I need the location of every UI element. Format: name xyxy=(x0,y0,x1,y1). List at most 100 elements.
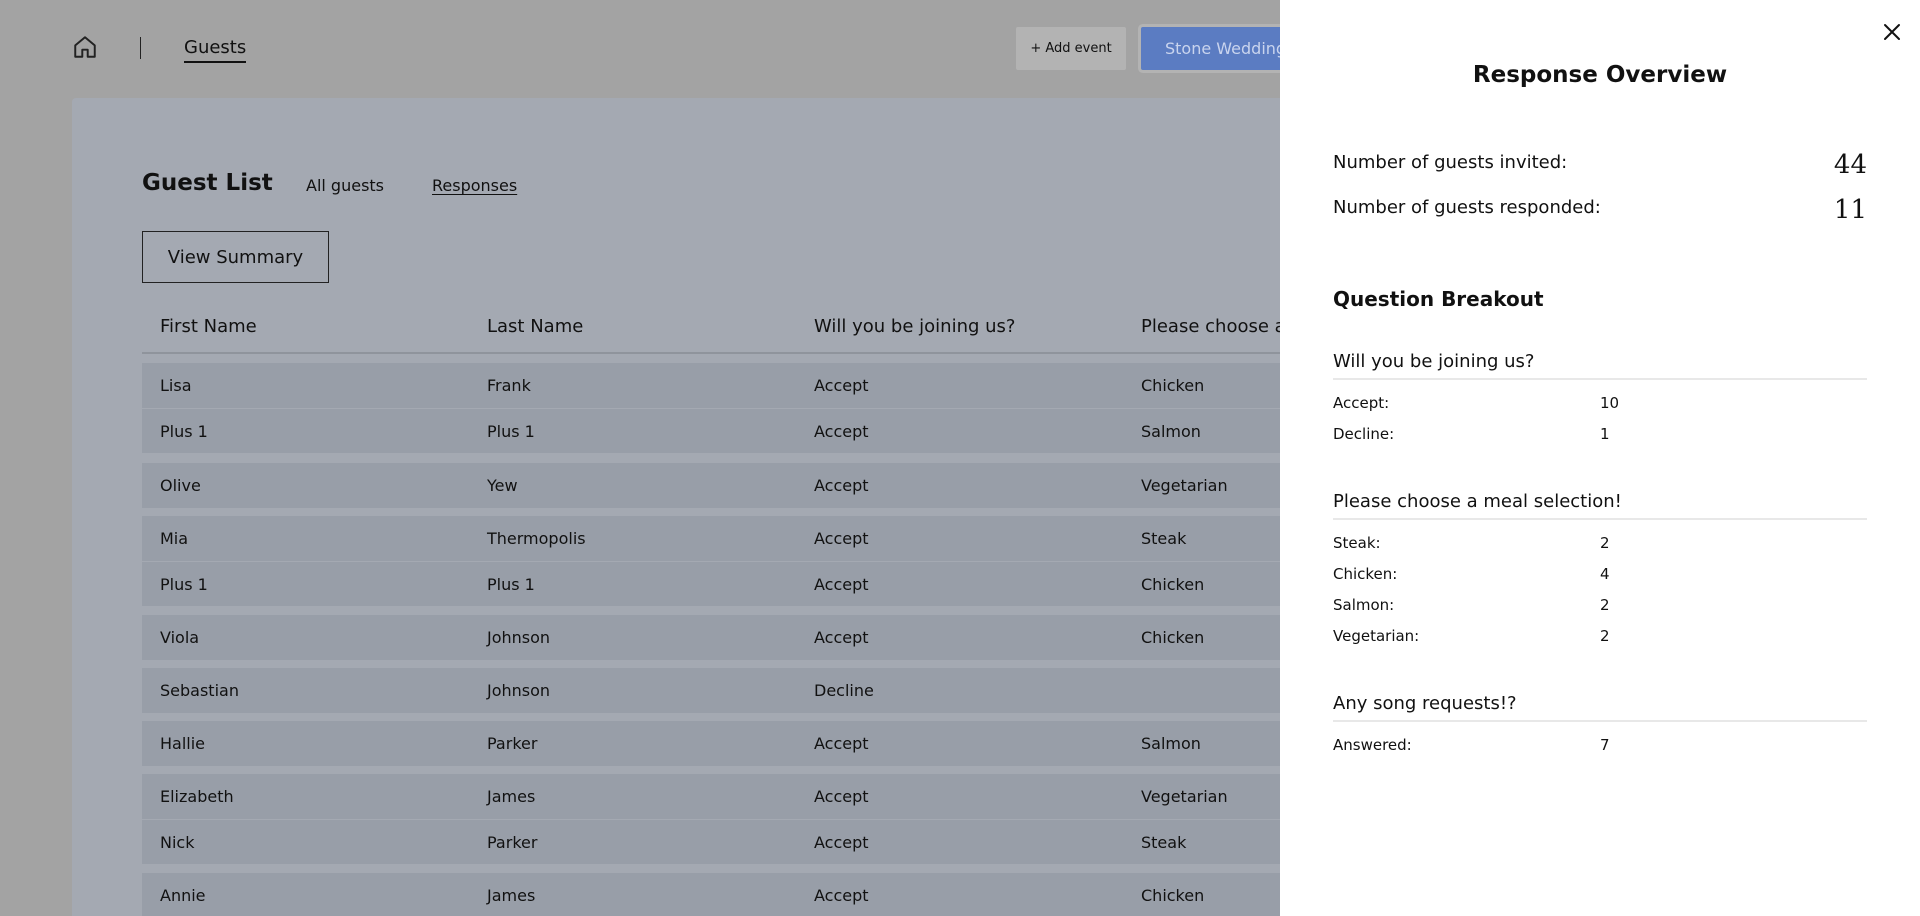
answer-value: 4 xyxy=(1600,565,1610,583)
response-overview-panel: Response Overview Number of guests invit… xyxy=(1280,0,1920,916)
table-row[interactable]: Plus 1 Plus 1 Accept Chicken xyxy=(142,561,1372,606)
table-row[interactable]: Lisa Frank Accept Chicken xyxy=(142,363,1372,408)
invited-label: Number of guests invited: xyxy=(1333,152,1568,173)
table-row[interactable]: Sebastian Johnson Decline xyxy=(142,668,1372,713)
cell-first-name: Plus 1 xyxy=(160,422,208,441)
cell-first-name: Nick xyxy=(160,833,195,852)
question-title: Please choose a meal selection! xyxy=(1333,491,1867,520)
cell-last-name: Parker xyxy=(487,833,538,852)
cell-last-name: Johnson xyxy=(487,628,551,647)
cell-first-name: Annie xyxy=(160,886,206,905)
question-title: Will you be joining us? xyxy=(1333,351,1867,380)
cell-meal: Chicken xyxy=(1141,376,1205,395)
responded-label: Number of guests responded: xyxy=(1333,197,1601,218)
cell-joining: Decline xyxy=(814,681,874,700)
cell-joining: Accept xyxy=(814,787,869,806)
cell-meal: Chicken xyxy=(1141,886,1205,905)
table-row[interactable]: Viola Johnson Accept Chicken xyxy=(142,615,1372,660)
invited-value: 44 xyxy=(1833,150,1867,180)
guest-group: Mia Thermopolis Accept Steak Plus 1 Plus… xyxy=(142,516,1372,606)
cell-last-name: Frank xyxy=(487,376,531,395)
guest-group: Olive Yew Accept Vegetarian xyxy=(142,463,1372,508)
table-row[interactable]: Olive Yew Accept Vegetarian xyxy=(142,463,1372,508)
cell-last-name: Johnson xyxy=(487,681,551,700)
nav-divider xyxy=(140,37,141,59)
guest-group: Lisa Frank Accept Chicken Plus 1 Plus 1 … xyxy=(142,363,1372,453)
guest-group: Sebastian Johnson Decline xyxy=(142,668,1372,713)
guest-group: Hallie Parker Accept Salmon xyxy=(142,721,1372,766)
answer-label: Steak: xyxy=(1333,534,1381,552)
answer-value: 2 xyxy=(1600,534,1610,552)
cell-last-name: Thermopolis xyxy=(487,529,586,548)
answer-label: Answered: xyxy=(1333,736,1412,754)
cell-first-name: Elizabeth xyxy=(160,787,234,806)
table-header: First Name Last Name Will you be joining… xyxy=(142,316,1372,354)
cell-joining: Accept xyxy=(814,886,869,905)
table-row[interactable]: Annie James Accept Chicken xyxy=(142,873,1372,916)
question-breakout-title: Question Breakout xyxy=(1333,287,1544,311)
cell-joining: Accept xyxy=(814,422,869,441)
answer-label: Decline: xyxy=(1333,425,1395,443)
answer-label: Accept: xyxy=(1333,394,1390,412)
column-header-joining[interactable]: Will you be joining us? xyxy=(814,316,1015,337)
cell-last-name: Plus 1 xyxy=(487,422,535,441)
table-row[interactable]: Elizabeth James Accept Vegetarian xyxy=(142,774,1372,819)
cell-last-name: Parker xyxy=(487,734,538,753)
event-selector[interactable]: Stone Wedding xyxy=(1141,27,1291,70)
answer-label: Salmon: xyxy=(1333,596,1395,614)
cell-meal: Salmon xyxy=(1141,422,1201,441)
table-row[interactable]: Hallie Parker Accept Salmon xyxy=(142,721,1372,766)
table-row[interactable]: Mia Thermopolis Accept Steak xyxy=(142,516,1372,561)
add-event-button[interactable]: + Add event xyxy=(1016,27,1126,70)
cell-meal: Steak xyxy=(1141,529,1187,548)
cell-joining: Accept xyxy=(814,476,869,495)
table-row[interactable]: Plus 1 Plus 1 Accept Salmon xyxy=(142,408,1372,453)
cell-last-name: James xyxy=(487,886,536,905)
cell-joining: Accept xyxy=(814,376,869,395)
close-panel-button[interactable] xyxy=(1878,18,1906,46)
home-icon[interactable] xyxy=(72,34,98,60)
tab-all-guests[interactable]: All guests xyxy=(306,176,384,195)
view-summary-button[interactable]: View Summary xyxy=(142,231,329,283)
cell-meal: Vegetarian xyxy=(1141,476,1228,495)
cell-last-name: Plus 1 xyxy=(487,575,535,594)
cell-first-name: Lisa xyxy=(160,376,192,395)
cell-meal: Chicken xyxy=(1141,628,1205,647)
table-row[interactable]: Nick Parker Accept Steak xyxy=(142,819,1372,864)
cell-last-name: James xyxy=(487,787,536,806)
guest-list-title: Guest List xyxy=(142,170,273,196)
cell-joining: Accept xyxy=(814,529,869,548)
guest-list-card: Guest List All guests Responses View Sum… xyxy=(72,98,1372,916)
cell-joining: Accept xyxy=(814,628,869,647)
question-title: Any song requests!? xyxy=(1333,693,1867,722)
column-header-first-name[interactable]: First Name xyxy=(160,316,257,337)
nav-guests-link[interactable]: Guests xyxy=(184,37,247,63)
cell-meal: Steak xyxy=(1141,833,1187,852)
cell-first-name: Olive xyxy=(160,476,201,495)
cell-joining: Accept xyxy=(814,734,869,753)
guest-group: Viola Johnson Accept Chicken xyxy=(142,615,1372,660)
cell-joining: Accept xyxy=(814,833,869,852)
cell-first-name: Mia xyxy=(160,529,189,548)
answer-value: 7 xyxy=(1600,736,1610,754)
cell-first-name: Viola xyxy=(160,628,200,647)
tab-responses[interactable]: Responses xyxy=(432,176,517,195)
guest-group: Elizabeth James Accept Vegetarian Nick P… xyxy=(142,774,1372,864)
cell-meal: Salmon xyxy=(1141,734,1201,753)
answer-label: Chicken: xyxy=(1333,565,1398,583)
guest-group: Annie James Accept Chicken xyxy=(142,873,1372,916)
panel-title: Response Overview xyxy=(1472,62,1728,88)
answer-value: 2 xyxy=(1600,596,1610,614)
answer-value: 10 xyxy=(1600,394,1620,412)
cell-first-name: Plus 1 xyxy=(160,575,208,594)
answer-value: 2 xyxy=(1600,627,1610,645)
cell-joining: Accept xyxy=(814,575,869,594)
column-header-meal[interactable]: Please choose a xyxy=(1141,316,1286,337)
cell-first-name: Hallie xyxy=(160,734,206,753)
cell-first-name: Sebastian xyxy=(160,681,239,700)
cell-meal: Vegetarian xyxy=(1141,787,1228,806)
answer-label: Vegetarian: xyxy=(1333,627,1420,645)
cell-last-name: Yew xyxy=(487,476,518,495)
column-header-last-name[interactable]: Last Name xyxy=(487,316,583,337)
cell-meal: Chicken xyxy=(1141,575,1205,594)
